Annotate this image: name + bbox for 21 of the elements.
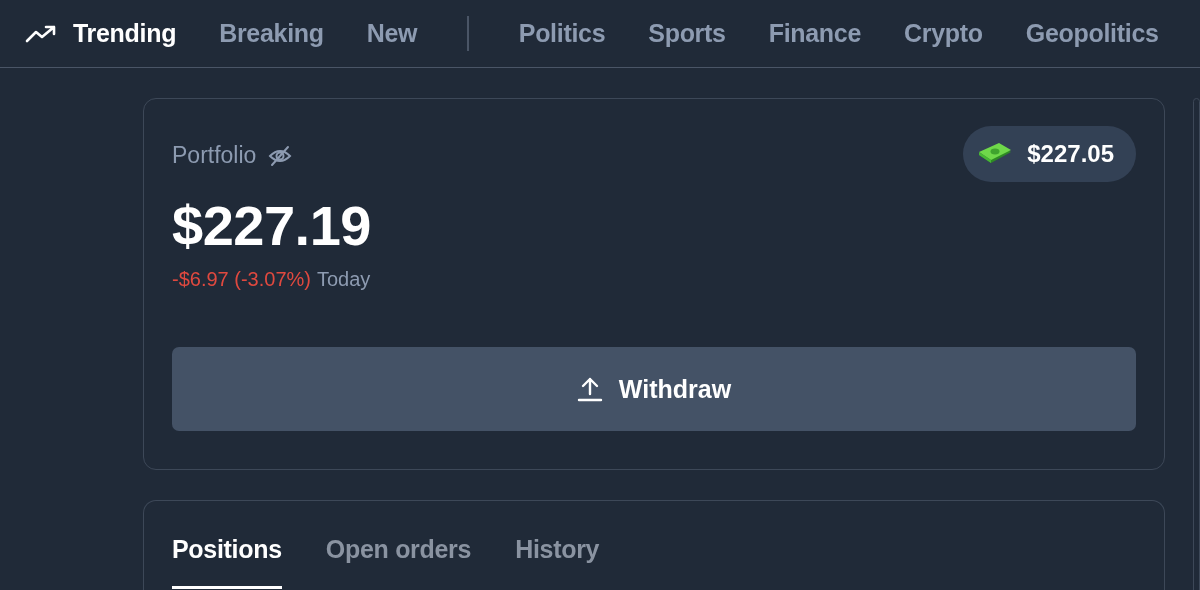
portfolio-value: $227.19 [172, 194, 372, 258]
portfolio-label: Portfolio [172, 142, 257, 169]
nav-link[interactable]: Sports [648, 19, 726, 48]
upload-icon [576, 376, 603, 402]
nav-tab[interactable]: New [366, 19, 418, 48]
eye-slash-icon[interactable] [268, 144, 293, 167]
nav-tab[interactable]: Breaking [219, 19, 324, 48]
withdraw-button[interactable]: Withdraw [172, 347, 1136, 431]
cash-amount: $227.05 [1027, 140, 1114, 168]
positions-tab[interactable]: Open orders [325, 535, 472, 589]
period-label: Today [316, 268, 371, 291]
daily-change: -$6.97 (-3.07%) [172, 268, 311, 291]
positions-tab[interactable]: Positions [172, 535, 282, 589]
trending-up-icon [25, 24, 57, 43]
cash-balance-pill[interactable]: $227.05 [963, 126, 1136, 182]
nav-link[interactable]: Finance [768, 19, 862, 48]
nav-tab[interactable]: Trending [25, 19, 177, 48]
nav-link[interactable]: Geopolitics [1025, 19, 1159, 48]
nav-link[interactable]: Crypto [904, 19, 983, 48]
positions-tab[interactable]: History [515, 535, 600, 589]
nav-link[interactable]: Politics [518, 19, 606, 48]
